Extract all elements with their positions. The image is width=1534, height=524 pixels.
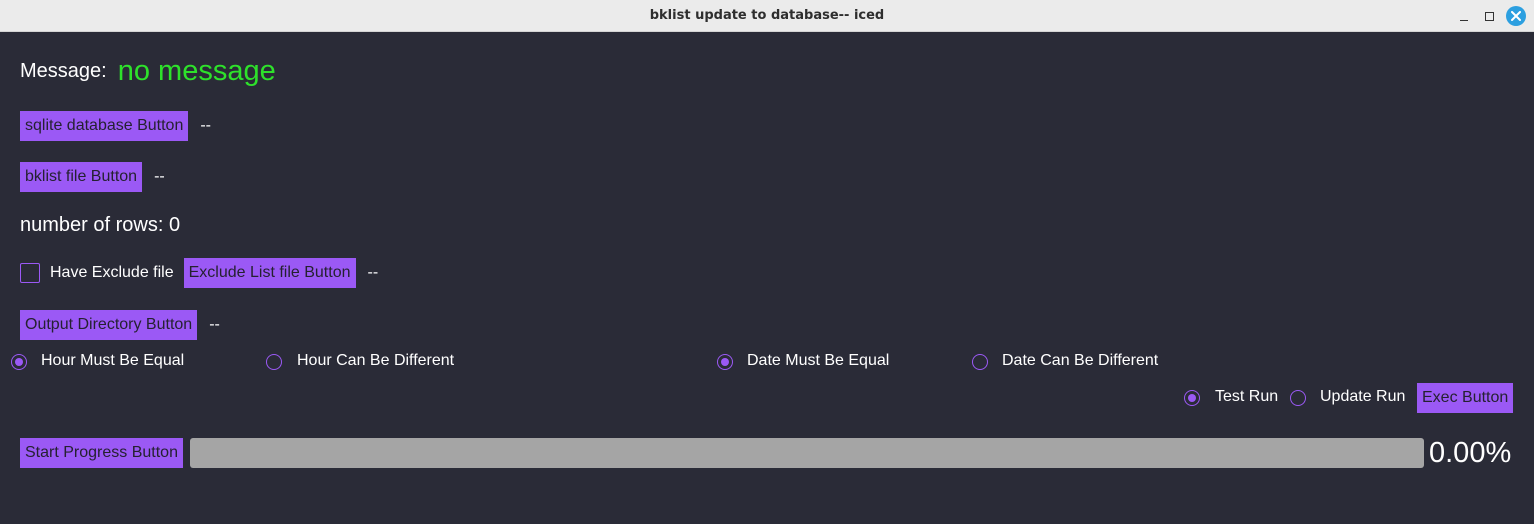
message-label: Message: [20,59,107,82]
sqlite-database-button[interactable]: sqlite database Button [20,111,189,141]
progress-percent: 0.00% [1429,437,1512,469]
radio-date-equal-label[interactable]: Date Must Be Equal [747,351,889,371]
have-exclude-checkbox[interactable] [20,263,40,283]
radio-date-different[interactable] [972,354,988,370]
radio-update-run-label[interactable]: Update Run [1320,387,1405,407]
exclude-path: -- [367,264,379,281]
bklist-file-button[interactable]: bklist file Button [20,162,143,192]
radio-hour-different-label[interactable]: Hour Can Be Different [297,351,454,371]
window-title: bklist update to database-- iced [649,8,885,23]
radio-date-equal[interactable] [717,354,733,370]
message-row: Message: no message [20,54,276,87]
radio-test-run-label[interactable]: Test Run [1215,387,1278,407]
sqlite-path: -- [200,117,211,134]
output-path: -- [209,316,220,333]
exclude-row: Have Exclude file Exclude List file Butt… [20,258,378,288]
radio-hour-equal[interactable] [11,354,27,370]
exec-button[interactable]: Exec Button [1417,383,1514,413]
title-bar: bklist update to database-- iced [0,0,1534,32]
radio-hour-different[interactable] [266,354,282,370]
radio-hour-equal-label[interactable]: Hour Must Be Equal [41,351,184,371]
close-icon[interactable] [1506,6,1526,26]
exclude-list-file-button[interactable]: Exclude List file Button [183,258,356,288]
progress-bar [190,438,1424,468]
bklist-row: bklist file Button -- [20,162,165,192]
rows-row: number of rows: 0 [20,210,180,240]
output-directory-button[interactable]: Output Directory Button [20,310,198,340]
radio-date-different-label[interactable]: Date Can Be Different [1002,351,1158,371]
minimize-icon[interactable] [1455,6,1475,26]
number-of-rows: number of rows: 0 [20,213,181,236]
sqlite-row: sqlite database Button -- [20,111,211,141]
bklist-path: -- [154,168,165,185]
output-row: Output Directory Button -- [20,310,220,340]
have-exclude-label[interactable]: Have Exclude file [50,264,174,282]
maximize-icon[interactable] [1480,6,1500,26]
radio-test-run[interactable] [1184,390,1200,406]
start-progress-button[interactable]: Start Progress Button [20,438,183,468]
radio-update-run[interactable] [1290,390,1306,406]
message-value: no message [117,54,276,87]
